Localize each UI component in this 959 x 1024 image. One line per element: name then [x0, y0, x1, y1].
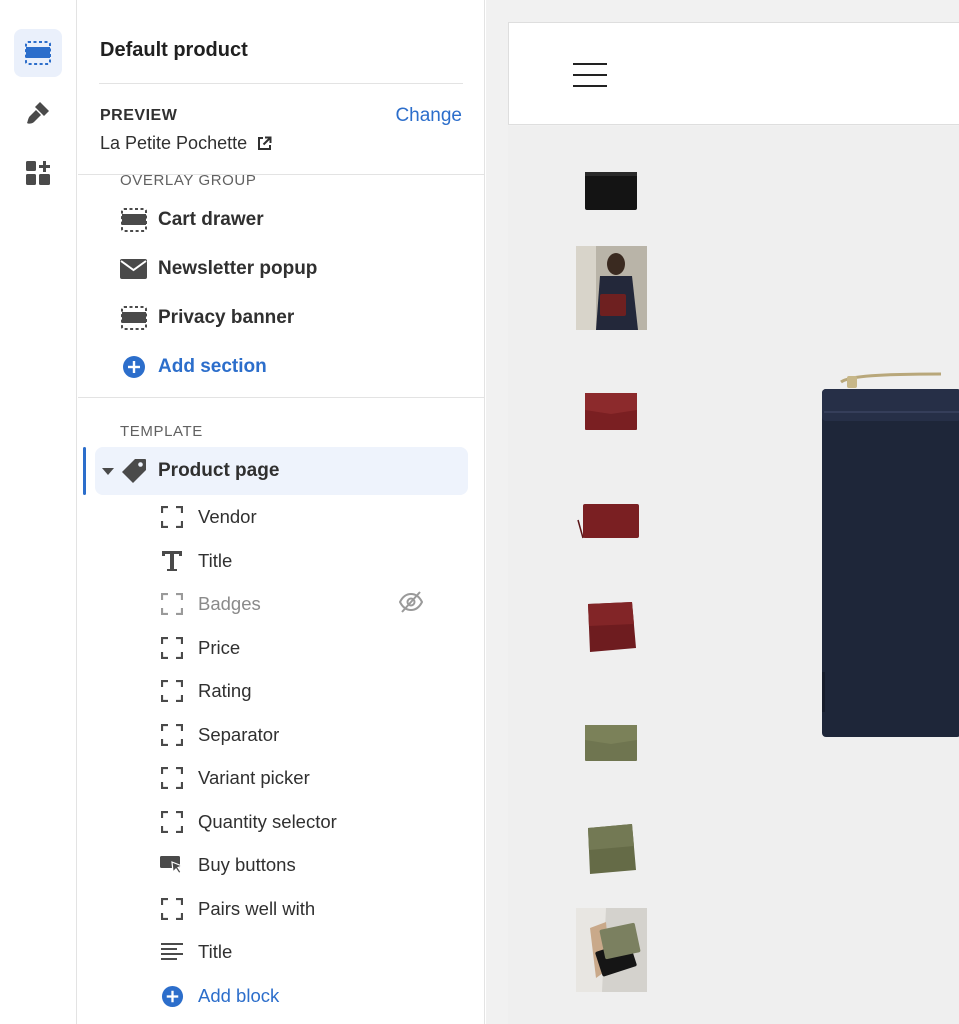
product-thumbnail[interactable] [576, 908, 647, 992]
product-thumbnail[interactable] [576, 700, 647, 784]
tag-icon [120, 458, 147, 485]
overlay-group-label: OVERLAY GROUP [120, 172, 257, 189]
section-cart-drawer[interactable]: Cart drawer [120, 205, 264, 235]
external-link-icon [258, 136, 272, 150]
block-dashed-icon [160, 636, 184, 660]
section-newsletter-popup[interactable]: Newsletter popup [120, 254, 317, 284]
block-dashed-icon [160, 897, 184, 921]
page-title: Default product [100, 39, 248, 61]
selection-indicator [83, 447, 86, 495]
block-price[interactable]: Price [160, 634, 240, 662]
product-thumbnail[interactable] [576, 370, 647, 454]
section-label: Privacy banner [158, 307, 295, 328]
block-vendor[interactable]: Vendor [160, 503, 257, 531]
section-label: Cart drawer [158, 209, 264, 230]
apps-nav-button[interactable] [14, 149, 62, 197]
add-section-label: Add section [158, 356, 267, 377]
block-title[interactable]: Title [160, 547, 232, 575]
block-title-text[interactable]: Title [160, 938, 232, 966]
paragraph-icon [160, 940, 184, 964]
sections-nav-button[interactable] [14, 29, 62, 77]
section-label: Newsletter popup [158, 258, 318, 279]
block-dashed-icon [160, 679, 184, 703]
template-product-page[interactable]: Product page [120, 456, 279, 486]
section-privacy-banner[interactable]: Privacy banner [120, 303, 294, 333]
add-section-button[interactable]: Add section [120, 352, 267, 382]
template-page-label: Product page [158, 460, 280, 481]
chevron-down-icon[interactable] [102, 468, 114, 475]
block-label: Separator [198, 724, 280, 745]
template-label: TEMPLATE [120, 423, 203, 440]
hamburger-menu-icon[interactable] [573, 63, 607, 96]
store-preview-canvas[interactable] [486, 0, 959, 1024]
envelope-icon [120, 256, 147, 283]
block-label: Vendor [198, 506, 257, 527]
section-dashed-icon [120, 305, 147, 332]
block-label: Title [198, 550, 233, 571]
block-label: Title [198, 941, 233, 962]
block-label: Pairs well with [198, 898, 316, 919]
product-thumbnail[interactable] [576, 246, 647, 330]
text-icon [160, 549, 184, 573]
store-header [508, 22, 959, 125]
block-dashed-icon [160, 723, 184, 747]
product-thumbnail[interactable] [576, 808, 647, 892]
block-rating[interactable]: Rating [160, 677, 251, 705]
apps-add-icon [26, 161, 50, 185]
plus-circle-icon [120, 354, 147, 381]
block-label: Buy buttons [198, 854, 296, 875]
main-product-image[interactable] [821, 372, 959, 742]
paintbrush-icon [27, 102, 49, 124]
block-label: Rating [198, 680, 252, 701]
block-label: Quantity selector [198, 811, 337, 832]
add-block-label: Add block [198, 985, 280, 1006]
preview-label: PREVIEW [100, 107, 178, 124]
divider [78, 397, 484, 398]
add-block-button[interactable]: Add block [160, 982, 279, 1010]
block-dashed-icon [160, 505, 184, 529]
preview-product[interactable]: La Petite Pochette [100, 133, 272, 154]
block-quantity-selector[interactable]: Quantity selector [160, 808, 337, 836]
block-dashed-icon [160, 766, 184, 790]
plus-circle-icon [160, 984, 184, 1008]
section-dashed-icon [120, 207, 147, 234]
divider [99, 83, 463, 84]
block-separator[interactable]: Separator [160, 721, 279, 749]
product-thumbnail[interactable] [576, 586, 647, 670]
sections-icon [25, 41, 51, 65]
icon-rail [0, 0, 77, 1024]
change-preview-link[interactable]: Change [395, 105, 462, 127]
eye-hidden-icon[interactable] [399, 590, 423, 614]
buy-button-icon [160, 853, 184, 877]
block-label: Variant picker [198, 767, 310, 788]
product-thumbnail[interactable] [576, 480, 647, 564]
product-thumbnail[interactable] [576, 150, 647, 234]
theme-settings-nav-button[interactable] [14, 89, 62, 137]
sections-panel: Default product PREVIEW Change La Petite… [78, 0, 485, 1024]
block-label: Price [198, 637, 241, 658]
block-variant-picker[interactable]: Variant picker [160, 764, 310, 792]
block-dashed-icon [160, 592, 184, 616]
preview-product-name: La Petite Pochette [100, 133, 248, 153]
block-badges[interactable]: Badges [160, 590, 261, 618]
block-dashed-icon [160, 810, 184, 834]
block-label: Badges [198, 593, 261, 614]
block-pairs-well-with[interactable]: Pairs well with [160, 895, 315, 923]
block-buy-buttons[interactable]: Buy buttons [160, 851, 296, 879]
